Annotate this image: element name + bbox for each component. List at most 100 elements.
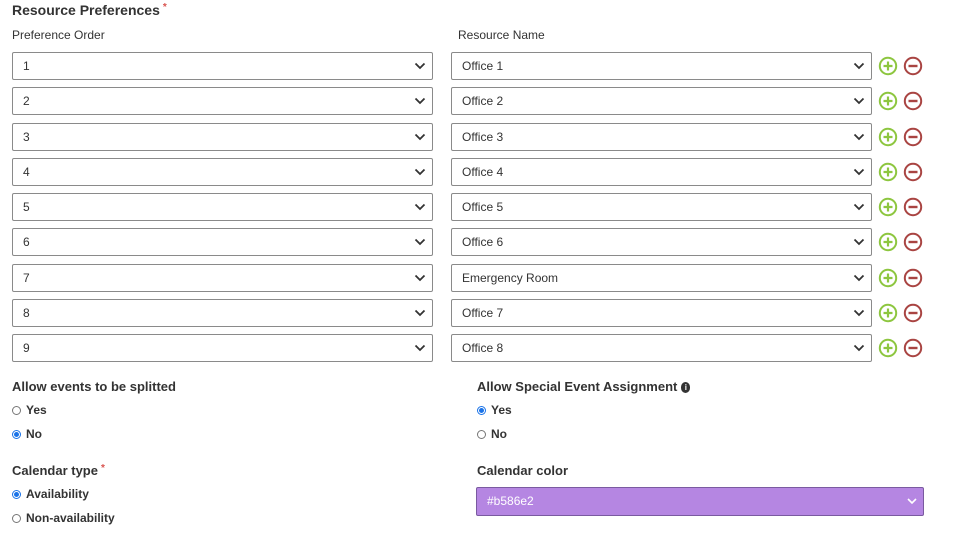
radio-label: Yes: [26, 403, 47, 417]
preference-order-value: 8: [23, 306, 30, 320]
chevron-down-icon: [414, 274, 426, 282]
add-row-button[interactable]: [878, 91, 898, 111]
required-mark: *: [162, 2, 167, 13]
radio-label: No: [491, 427, 507, 441]
calendar-type-availability-radio[interactable]: Availability: [12, 487, 89, 501]
resource-name-value: Office 7: [462, 306, 504, 320]
resource-name-value: Office 2: [462, 94, 504, 108]
add-row-button[interactable]: [878, 127, 898, 147]
calendar-type-non-availability-radio[interactable]: Non-availability: [12, 511, 115, 525]
resource-name-label: Resource Name: [458, 28, 545, 42]
radio-button[interactable]: [477, 429, 486, 439]
split-events-no-radio[interactable]: No: [12, 427, 42, 441]
minus-circle-icon: [903, 197, 923, 217]
plus-circle-icon: [878, 232, 898, 252]
radio-button[interactable]: [12, 405, 21, 415]
preference-order-value: 9: [23, 341, 30, 355]
radio-label: Non-availability: [26, 511, 115, 525]
resource-name-select[interactable]: Emergency Room: [451, 264, 872, 292]
special-event-no-radio[interactable]: No: [477, 427, 507, 441]
special-event-label-text: Allow Special Event Assignment: [477, 379, 678, 394]
resource-name-select[interactable]: Office 2: [451, 87, 872, 115]
plus-circle-icon: [878, 91, 898, 111]
preference-order-select[interactable]: 2: [12, 87, 433, 115]
chevron-down-icon: [853, 344, 865, 352]
chevron-down-icon: [414, 133, 426, 141]
chevron-down-icon: [853, 133, 865, 141]
preference-order-select[interactable]: 1: [12, 52, 433, 80]
radio-label: Yes: [491, 403, 512, 417]
special-event-yes-radio[interactable]: Yes: [477, 403, 512, 417]
remove-row-button[interactable]: [903, 91, 923, 111]
add-row-button[interactable]: [878, 303, 898, 323]
radio-button[interactable]: [477, 405, 486, 415]
chevron-down-icon: [853, 238, 865, 246]
add-row-button[interactable]: [878, 56, 898, 76]
add-row-button[interactable]: [878, 338, 898, 358]
radio-button[interactable]: [12, 429, 21, 439]
plus-circle-icon: [878, 162, 898, 182]
plus-circle-icon: [878, 56, 898, 76]
resource-name-select[interactable]: Office 1: [451, 52, 872, 80]
remove-row-button[interactable]: [903, 338, 923, 358]
preference-order-value: 4: [23, 165, 30, 179]
remove-row-button[interactable]: [903, 303, 923, 323]
calendar-color-value: #b586e2: [487, 494, 534, 508]
preference-order-select[interactable]: 8: [12, 299, 433, 327]
minus-circle-icon: [903, 91, 923, 111]
chevron-down-icon: [414, 309, 426, 317]
info-icon[interactable]: i: [681, 382, 691, 393]
resource-name-value: Emergency Room: [462, 271, 559, 285]
minus-circle-icon: [903, 56, 923, 76]
resource-name-select[interactable]: Office 3: [451, 123, 872, 151]
resource-name-value: Office 3: [462, 130, 504, 144]
chevron-down-icon: [414, 203, 426, 211]
remove-row-button[interactable]: [903, 197, 923, 217]
remove-row-button[interactable]: [903, 162, 923, 182]
resource-name-value: Office 5: [462, 200, 504, 214]
calendar-color-label: Calendar color: [477, 463, 569, 478]
calendar-type-label: Calendar type *: [12, 463, 105, 478]
resource-name-select[interactable]: Office 5: [451, 193, 872, 221]
resource-name-value: Office 4: [462, 165, 504, 179]
plus-circle-icon: [878, 303, 898, 323]
remove-row-button[interactable]: [903, 232, 923, 252]
preference-order-select[interactable]: 4: [12, 158, 433, 186]
preference-order-select[interactable]: 5: [12, 193, 433, 221]
plus-circle-icon: [878, 338, 898, 358]
chevron-down-icon: [853, 168, 865, 176]
radio-button[interactable]: [12, 513, 21, 523]
chevron-down-icon: [853, 203, 865, 211]
remove-row-button[interactable]: [903, 56, 923, 76]
radio-button[interactable]: [12, 489, 21, 499]
preference-order-select[interactable]: 9: [12, 334, 433, 362]
add-row-button[interactable]: [878, 232, 898, 252]
resource-name-select[interactable]: Office 4: [451, 158, 872, 186]
preference-order-value: 5: [23, 200, 30, 214]
split-events-yes-radio[interactable]: Yes: [12, 403, 47, 417]
resource-name-value: Office 6: [462, 235, 504, 249]
add-row-button[interactable]: [878, 197, 898, 217]
chevron-down-icon: [853, 274, 865, 282]
add-row-button[interactable]: [878, 162, 898, 182]
resource-name-select[interactable]: Office 8: [451, 334, 872, 362]
chevron-down-icon: [853, 309, 865, 317]
plus-circle-icon: [878, 268, 898, 288]
chevron-down-icon: [907, 498, 917, 505]
resource-name-select[interactable]: Office 6: [451, 228, 872, 256]
remove-row-button[interactable]: [903, 127, 923, 147]
remove-row-button[interactable]: [903, 268, 923, 288]
preference-order-select[interactable]: 6: [12, 228, 433, 256]
resource-preferences-title: Resource Preferences *: [12, 2, 167, 18]
chevron-down-icon: [414, 168, 426, 176]
preference-order-select[interactable]: 3: [12, 123, 433, 151]
chevron-down-icon: [414, 97, 426, 105]
add-row-button[interactable]: [878, 268, 898, 288]
required-mark: *: [100, 463, 105, 474]
minus-circle-icon: [903, 162, 923, 182]
resource-name-select[interactable]: Office 7: [451, 299, 872, 327]
special-event-label: Allow Special Event Assignment i: [477, 379, 691, 394]
preference-order-select[interactable]: 7: [12, 264, 433, 292]
calendar-color-select[interactable]: #b586e2: [476, 487, 924, 516]
preference-order-value: 7: [23, 271, 30, 285]
